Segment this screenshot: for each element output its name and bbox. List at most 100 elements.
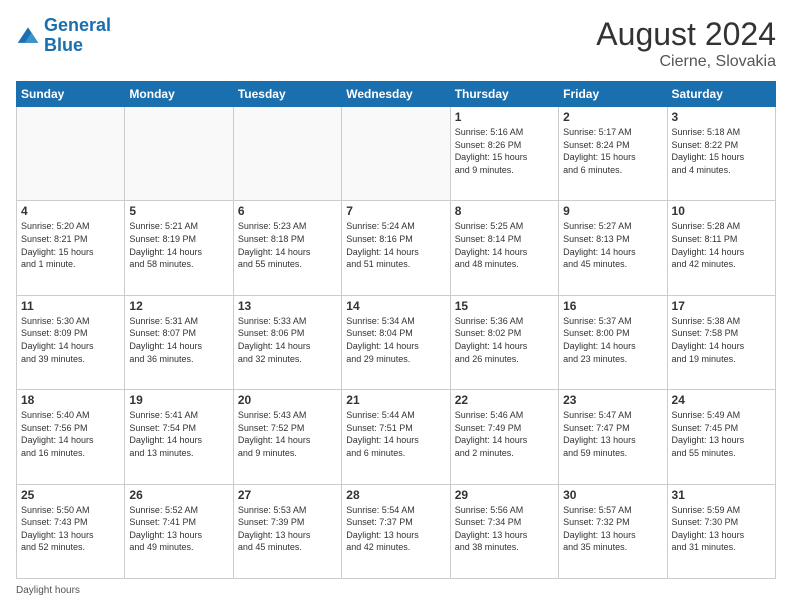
day-number: 3 (672, 110, 771, 124)
day-cell: 14 Sunrise: 5:34 AM Sunset: 8:04 PM Dayli… (342, 295, 450, 389)
day-number: 19 (129, 393, 228, 407)
day-info: Sunrise: 5:28 AM Sunset: 8:11 PM Dayligh… (672, 220, 771, 270)
day-info: Sunrise: 5:57 AM Sunset: 7:32 PM Dayligh… (563, 504, 662, 554)
day-number: 26 (129, 488, 228, 502)
col-header-friday: Friday (559, 82, 667, 107)
day-number: 1 (455, 110, 554, 124)
day-info: Sunrise: 5:47 AM Sunset: 7:47 PM Dayligh… (563, 409, 662, 459)
day-cell: 26 Sunrise: 5:52 AM Sunset: 7:41 PM Dayli… (125, 484, 233, 578)
day-number: 23 (563, 393, 662, 407)
location: Cierne, Slovakia (596, 53, 776, 71)
day-info: Sunrise: 5:33 AM Sunset: 8:06 PM Dayligh… (238, 315, 337, 365)
day-cell: 11 Sunrise: 5:30 AM Sunset: 8:09 PM Dayli… (17, 295, 125, 389)
day-cell: 20Sunrise: 5:43 AM Sunset: 7:52 PM Dayli… (233, 390, 341, 484)
day-info: Sunrise: 5:30 AM Sunset: 8:09 PM Dayligh… (21, 315, 120, 365)
day-cell: 13 Sunrise: 5:33 AM Sunset: 8:06 PM Dayli… (233, 295, 341, 389)
day-cell: 12 Sunrise: 5:31 AM Sunset: 8:07 PM Dayli… (125, 295, 233, 389)
logo: General Blue (16, 16, 111, 56)
day-info: Sunrise: 5:49 AM Sunset: 7:45 PM Dayligh… (672, 409, 771, 459)
day-info: Sunrise: 5:36 AM Sunset: 8:02 PM Dayligh… (455, 315, 554, 365)
day-cell: 23 Sunrise: 5:47 AM Sunset: 7:47 PM Dayli… (559, 390, 667, 484)
day-info: Sunrise: 5:53 AM Sunset: 7:39 PM Dayligh… (238, 504, 337, 554)
header: General Blue August 2024 Cierne, Slovaki… (16, 16, 776, 71)
day-info: Sunrise: 5:34 AM Sunset: 8:04 PM Dayligh… (346, 315, 445, 365)
day-cell: 4Sunrise: 5:20 AM Sunset: 8:21 PM Daylig… (17, 201, 125, 295)
day-info: Sunrise: 5:31 AM Sunset: 8:07 PM Dayligh… (129, 315, 228, 365)
day-cell (17, 107, 125, 201)
day-cell: 15 Sunrise: 5:36 AM Sunset: 8:02 PM Dayli… (450, 295, 558, 389)
day-info: Sunrise: 5:21 AM Sunset: 8:19 PM Dayligh… (129, 220, 228, 270)
col-header-saturday: Saturday (667, 82, 775, 107)
day-number: 6 (238, 204, 337, 218)
day-info: Sunrise: 5:50 AM Sunset: 7:43 PM Dayligh… (21, 504, 120, 554)
week-row-3: 18Sunrise: 5:40 AM Sunset: 7:56 PM Dayli… (17, 390, 776, 484)
day-cell: 10 Sunrise: 5:28 AM Sunset: 8:11 PM Dayli… (667, 201, 775, 295)
day-cell: 28 Sunrise: 5:54 AM Sunset: 7:37 PM Dayli… (342, 484, 450, 578)
day-cell (125, 107, 233, 201)
day-cell (233, 107, 341, 201)
day-number: 9 (563, 204, 662, 218)
day-info: Sunrise: 5:25 AM Sunset: 8:14 PM Dayligh… (455, 220, 554, 270)
day-number: 22 (455, 393, 554, 407)
day-number: 29 (455, 488, 554, 502)
day-cell: 21 Sunrise: 5:44 AM Sunset: 7:51 PM Dayli… (342, 390, 450, 484)
day-number: 11 (21, 299, 120, 313)
week-row-2: 11 Sunrise: 5:30 AM Sunset: 8:09 PM Dayli… (17, 295, 776, 389)
day-number: 12 (129, 299, 228, 313)
title-block: August 2024 Cierne, Slovakia (596, 16, 776, 71)
day-cell: 9 Sunrise: 5:27 AM Sunset: 8:13 PM Daylig… (559, 201, 667, 295)
col-header-monday: Monday (125, 82, 233, 107)
day-cell: 17 Sunrise: 5:38 AM Sunset: 7:58 PM Dayli… (667, 295, 775, 389)
day-number: 27 (238, 488, 337, 502)
day-info: Sunrise: 5:37 AM Sunset: 8:00 PM Dayligh… (563, 315, 662, 365)
day-number: 17 (672, 299, 771, 313)
day-info: Sunrise: 5:20 AM Sunset: 8:21 PM Dayligh… (21, 220, 120, 270)
day-cell: 22 Sunrise: 5:46 AM Sunset: 7:49 PM Dayli… (450, 390, 558, 484)
daylight-label: Daylight hours (16, 585, 80, 596)
day-cell: 8 Sunrise: 5:25 AM Sunset: 8:14 PM Daylig… (450, 201, 558, 295)
day-number: 8 (455, 204, 554, 218)
day-cell: 24 Sunrise: 5:49 AM Sunset: 7:45 PM Dayli… (667, 390, 775, 484)
day-number: 16 (563, 299, 662, 313)
col-header-thursday: Thursday (450, 82, 558, 107)
day-number: 30 (563, 488, 662, 502)
day-number: 13 (238, 299, 337, 313)
day-number: 18 (21, 393, 120, 407)
day-number: 24 (672, 393, 771, 407)
day-number: 28 (346, 488, 445, 502)
day-info: Sunrise: 5:43 AM Sunset: 7:52 PM Dayligh… (238, 409, 337, 459)
day-cell: 2 Sunrise: 5:17 AM Sunset: 8:24 PM Daylig… (559, 107, 667, 201)
week-row-0: 1Sunrise: 5:16 AM Sunset: 8:26 PM Daylig… (17, 107, 776, 201)
day-cell: 30 Sunrise: 5:57 AM Sunset: 7:32 PM Dayli… (559, 484, 667, 578)
day-cell: 19 Sunrise: 5:41 AM Sunset: 7:54 PM Dayli… (125, 390, 233, 484)
day-info: Sunrise: 5:17 AM Sunset: 8:24 PM Dayligh… (563, 126, 662, 176)
col-header-wednesday: Wednesday (342, 82, 450, 107)
logo-line2: Blue (44, 35, 83, 55)
day-info: Sunrise: 5:46 AM Sunset: 7:49 PM Dayligh… (455, 409, 554, 459)
day-info: Sunrise: 5:52 AM Sunset: 7:41 PM Dayligh… (129, 504, 228, 554)
day-cell: 16 Sunrise: 5:37 AM Sunset: 8:00 PM Dayli… (559, 295, 667, 389)
day-info: Sunrise: 5:44 AM Sunset: 7:51 PM Dayligh… (346, 409, 445, 459)
day-number: 15 (455, 299, 554, 313)
day-number: 10 (672, 204, 771, 218)
day-number: 31 (672, 488, 771, 502)
day-info: Sunrise: 5:59 AM Sunset: 7:30 PM Dayligh… (672, 504, 771, 554)
day-number: 21 (346, 393, 445, 407)
logo-line1: General (44, 15, 111, 35)
day-cell: 6Sunrise: 5:23 AM Sunset: 8:18 PM Daylig… (233, 201, 341, 295)
week-row-4: 25 Sunrise: 5:50 AM Sunset: 7:43 PM Dayli… (17, 484, 776, 578)
day-info: Sunrise: 5:56 AM Sunset: 7:34 PM Dayligh… (455, 504, 554, 554)
col-header-tuesday: Tuesday (233, 82, 341, 107)
day-cell (342, 107, 450, 201)
day-number: 14 (346, 299, 445, 313)
day-number: 25 (21, 488, 120, 502)
day-info: Sunrise: 5:54 AM Sunset: 7:37 PM Dayligh… (346, 504, 445, 554)
day-info: Sunrise: 5:24 AM Sunset: 8:16 PM Dayligh… (346, 220, 445, 270)
logo-text: General Blue (44, 16, 111, 56)
day-info: Sunrise: 5:38 AM Sunset: 7:58 PM Dayligh… (672, 315, 771, 365)
day-number: 5 (129, 204, 228, 218)
day-number: 2 (563, 110, 662, 124)
page: General Blue August 2024 Cierne, Slovaki… (0, 0, 792, 612)
day-info: Sunrise: 5:27 AM Sunset: 8:13 PM Dayligh… (563, 220, 662, 270)
day-info: Sunrise: 5:41 AM Sunset: 7:54 PM Dayligh… (129, 409, 228, 459)
